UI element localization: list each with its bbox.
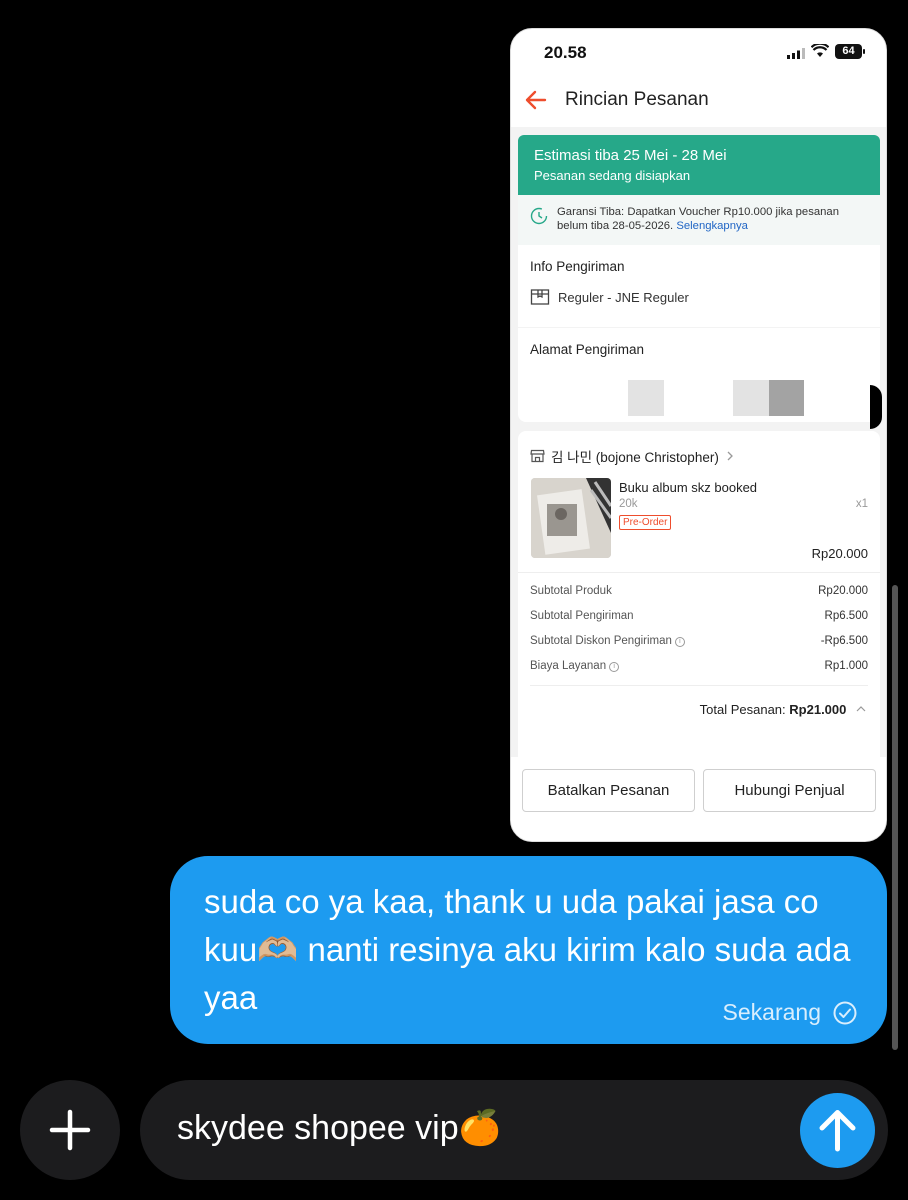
- order-content: Estimasi tiba 25 Mei - 28 Mei Pesanan se…: [511, 127, 886, 841]
- order-screenshot-image[interactable]: 20.58 64 Rincian Pesanan Estimasi tiba 2…: [510, 28, 887, 842]
- contact-seller-button[interactable]: Hubungi Penjual: [703, 769, 876, 812]
- media-edge: [870, 385, 882, 429]
- summary-value: Rp6.500: [824, 610, 868, 622]
- summary-value: Rp20.000: [818, 585, 868, 597]
- message-meta: Sekarang: [723, 999, 857, 1026]
- send-button[interactable]: [800, 1093, 875, 1168]
- message-input-text: skydee shopee vip🍊: [177, 1109, 501, 1147]
- info-icon[interactable]: i: [674, 637, 685, 647]
- app-bar: Rincian Pesanan: [511, 77, 886, 127]
- scrollbar[interactable]: [892, 585, 898, 1050]
- wifi-icon: [811, 44, 829, 57]
- shipping-info-section: Info Pengiriman Reguler - JNE Reguler: [518, 245, 880, 327]
- message-input[interactable]: skydee shopee vip🍊: [140, 1080, 888, 1180]
- arrow-up-icon: [819, 1110, 856, 1152]
- plus-icon: [49, 1109, 91, 1151]
- chevron-right-icon: [727, 451, 733, 461]
- shipping-info-title: Info Pengiriman: [530, 259, 625, 274]
- summary-label: Subtotal Pengiriman: [530, 610, 634, 622]
- product-thumbnail[interactable]: [531, 478, 611, 558]
- redacted-block: [628, 380, 664, 416]
- total-label: Total Pesanan:: [699, 702, 786, 717]
- clock-shield-icon: [530, 207, 548, 225]
- eta-banner: Estimasi tiba 25 Mei - 28 Mei Pesanan se…: [518, 135, 880, 195]
- back-arrow-icon[interactable]: [523, 87, 549, 113]
- package-icon: [530, 289, 550, 305]
- page-title: Rincian Pesanan: [565, 89, 709, 110]
- summary-label: Subtotal Diskon Pengiriman: [530, 635, 672, 647]
- status-time: 20.58: [544, 43, 587, 62]
- summary-label: Subtotal Produk: [530, 585, 612, 597]
- chevron-up-icon: [856, 706, 866, 712]
- store-icon: [530, 449, 545, 463]
- total-value: Rp21.000: [789, 702, 847, 717]
- divider: [518, 572, 880, 573]
- summary-row: Subtotal Pengiriman Rp6.500: [530, 610, 868, 622]
- summary-row: Subtotal Produk Rp20.000: [530, 585, 868, 597]
- shop-name: 김 나민 (bojone Christopher): [551, 450, 719, 465]
- signal-icon: [787, 48, 805, 59]
- battery-icon: 64: [835, 44, 865, 59]
- order-total[interactable]: Total Pesanan: Rp21.000: [700, 702, 868, 717]
- divider: [530, 685, 868, 686]
- garansi-notice: Garansi Tiba: Dapatkan Voucher Rp10.000 …: [518, 195, 880, 245]
- action-bar: Batalkan Pesanan Hubungi Penjual: [511, 757, 886, 841]
- address-section: Alamat Pengiriman: [518, 328, 880, 422]
- summary-value: -Rp6.500: [820, 635, 868, 647]
- summary-row: Subtotal Diskon Pengiriman i -Rp6.500: [530, 635, 868, 647]
- info-icon[interactable]: i: [609, 662, 620, 672]
- message-timestamp: Sekarang: [722, 999, 821, 1025]
- summary-value: Rp1.000: [824, 660, 868, 672]
- shipping-method-row[interactable]: Reguler - JNE Reguler: [530, 288, 868, 306]
- product-name: Buku album skz booked: [619, 480, 758, 495]
- cancel-order-button[interactable]: Batalkan Pesanan: [522, 769, 695, 812]
- sent-message-bubble[interactable]: suda co ya kaa, thank u uda pakai jasa c…: [170, 856, 887, 1044]
- status-bar: 20.58 64: [511, 29, 886, 77]
- add-attachment-button[interactable]: [20, 1080, 120, 1180]
- shop-header[interactable]: 김 나민 (bojone Christopher): [530, 446, 735, 466]
- read-check-icon: [833, 1001, 857, 1024]
- product-qty: x1: [855, 498, 868, 510]
- shipping-method: Reguler - JNE Reguler: [558, 289, 689, 305]
- redacted-block: [733, 380, 769, 416]
- summary-row: Biaya Layanan i Rp1.000: [530, 660, 868, 672]
- eta-title: Estimasi tiba 25 Mei - 28 Mei: [534, 147, 727, 164]
- address-title: Alamat Pengiriman: [530, 342, 645, 357]
- summary-label: Biaya Layanan: [530, 660, 607, 672]
- redacted-block: [769, 380, 804, 416]
- shop-section: 김 나민 (bojone Christopher) Buku album skz…: [518, 431, 880, 771]
- product-variant: 20k: [619, 498, 638, 510]
- garansi-link[interactable]: Selengkapnya: [676, 220, 748, 232]
- eta-subtitle: Pesanan sedang disiapkan: [534, 168, 691, 183]
- preorder-badge: Pre-Order: [619, 515, 672, 530]
- product-price: Rp20.000: [811, 546, 868, 561]
